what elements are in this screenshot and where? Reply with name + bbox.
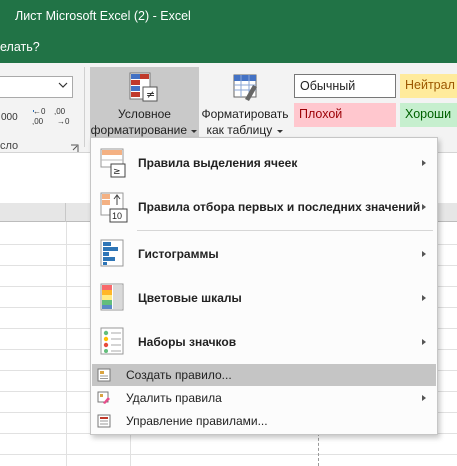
menu-item-color-scales[interactable]: Цветовые шкалы <box>92 278 436 318</box>
menu-item-manage-rules[interactable]: Управление правилами... <box>92 410 436 432</box>
dialog-launcher-icon <box>71 144 79 152</box>
grid-line <box>0 454 457 455</box>
style-bad[interactable]: Плохой <box>294 103 396 127</box>
color-scales-icon <box>100 283 124 311</box>
chevron-down-icon <box>191 129 198 133</box>
menu-item-label: Создать правило... <box>126 368 232 382</box>
window-title: Лист Microsoft Excel (2) - Excel <box>15 9 191 23</box>
menu-item-top-bottom-rules[interactable]: 10 Правила отбора первых и последних зна… <box>92 188 436 226</box>
icon-sets-icon <box>100 327 124 355</box>
chevron-right-icon <box>422 395 426 401</box>
style-neutral[interactable]: Нейтрал <box>400 74 457 98</box>
top-bottom-rules-icon: 10 <box>100 192 128 223</box>
svg-text:10: 10 <box>112 211 122 221</box>
menu-item-label: Правила выделения ячеек <box>138 156 298 170</box>
menu-item-label: Наборы значков <box>138 335 237 349</box>
svg-text:,00: ,00 <box>32 117 44 126</box>
chevron-down-icon <box>58 82 68 88</box>
grid-line <box>66 222 67 466</box>
thousands-separator-button[interactable]: 000 <box>1 112 18 123</box>
svg-text:←0: ←0 <box>33 107 46 116</box>
decrease-decimal-icon: ,00 →0 <box>54 107 70 126</box>
svg-text:≥: ≥ <box>113 167 121 177</box>
menu-item-data-bars[interactable]: Гистограммы <box>92 234 436 274</box>
menu-item-highlight-rules[interactable]: ≥ Правила выделения ячеек <box>92 144 436 182</box>
chevron-right-icon <box>422 251 426 257</box>
menu-item-label: Удалить правила <box>126 391 222 405</box>
menu-item-new-rule[interactable]: Создать правило... <box>92 364 436 386</box>
clear-rules-icon <box>97 391 110 404</box>
style-normal[interactable]: Обычный <box>294 74 396 98</box>
chevron-right-icon <box>422 160 426 166</box>
tell-me-bar: елать? <box>0 33 457 63</box>
column-header[interactable] <box>0 203 66 222</box>
new-rule-icon <box>97 368 111 382</box>
conditional-formatting-label-row: форматирование <box>90 123 199 137</box>
number-format-dropdown[interactable] <box>0 76 73 98</box>
conditional-formatting-label-2: форматирование <box>90 123 187 137</box>
highlight-cells-rules-icon: ≥ <box>100 148 126 178</box>
increase-decimal-button[interactable]: ←0 ,00 <box>32 105 50 127</box>
chevron-down-icon <box>276 129 283 133</box>
chevron-right-icon <box>422 339 426 345</box>
format-as-table-button[interactable]: Форматировать как таблицу <box>199 67 291 140</box>
tell-me-search[interactable]: елать? <box>0 40 40 54</box>
format-as-table-label-2: как таблицу <box>206 123 273 137</box>
chevron-right-icon <box>422 295 426 301</box>
conditional-formatting-button[interactable]: ≠ Условное форматирование <box>90 67 199 140</box>
conditional-formatting-menu: ≥ Правила выделения ячеек 10 Правила отб… <box>90 137 438 435</box>
conditional-formatting-icon: ≠ <box>129 72 158 102</box>
menu-item-label: Управление правилами... <box>126 414 268 428</box>
svg-text:≠: ≠ <box>146 88 155 101</box>
menu-item-label: Правила отбора первых и последних значен… <box>138 200 421 214</box>
group-separator <box>84 67 85 147</box>
format-as-table-label-row: как таблицу <box>199 123 291 137</box>
format-as-table-icon <box>233 74 257 101</box>
manage-rules-icon <box>97 414 111 428</box>
menu-item-clear-rules[interactable]: Удалить правила <box>92 387 436 409</box>
svg-text:→0: →0 <box>57 117 70 126</box>
menu-item-icon-sets[interactable]: Наборы значков <box>92 322 436 362</box>
svg-text:,00: ,00 <box>54 107 66 116</box>
conditional-formatting-label-1: Условное <box>118 107 171 121</box>
style-good[interactable]: Хороши <box>400 103 457 127</box>
menu-item-label: Цветовые шкалы <box>138 291 242 305</box>
decrease-decimal-button[interactable]: ,00 →0 <box>54 105 72 127</box>
title-bar: Лист Microsoft Excel (2) - Excel <box>0 0 457 33</box>
format-as-table-label-1: Форматировать <box>201 107 289 121</box>
number-group-label: сло <box>0 140 19 152</box>
increase-decimal-icon: ←0 ,00 <box>32 107 46 126</box>
menu-item-label: Гистограммы <box>138 247 219 261</box>
chevron-right-icon <box>422 204 426 210</box>
data-bars-icon <box>100 239 124 267</box>
menu-separator <box>137 230 433 231</box>
number-group-launcher[interactable] <box>70 142 79 152</box>
